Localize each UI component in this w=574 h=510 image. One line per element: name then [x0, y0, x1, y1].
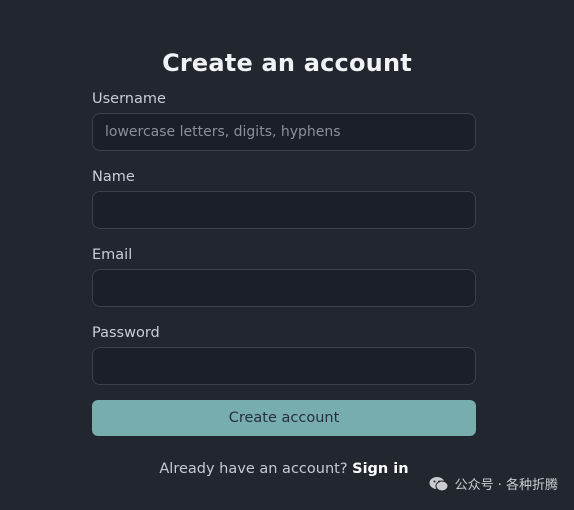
- name-label: Name: [92, 169, 135, 185]
- password-label: Password: [92, 325, 160, 341]
- signin-prompt-text: Already have an account?: [159, 461, 348, 477]
- signin-link[interactable]: Sign in: [352, 461, 408, 477]
- username-label: Username: [92, 91, 166, 107]
- page-title: Create an account: [162, 49, 412, 78]
- watermark-text: 公众号 · 各种折腾: [454, 478, 558, 493]
- email-input[interactable]: [92, 269, 476, 307]
- password-input[interactable]: [92, 347, 476, 385]
- wechat-icon: [429, 476, 449, 492]
- create-account-button[interactable]: Create account: [92, 400, 476, 436]
- watermark: 公众号 · 各种折腾: [429, 474, 558, 493]
- email-label: Email: [92, 247, 133, 263]
- signup-form: Username Name Email Password Create acco…: [92, 88, 476, 436]
- username-input[interactable]: [92, 113, 476, 151]
- name-input[interactable]: [92, 191, 476, 229]
